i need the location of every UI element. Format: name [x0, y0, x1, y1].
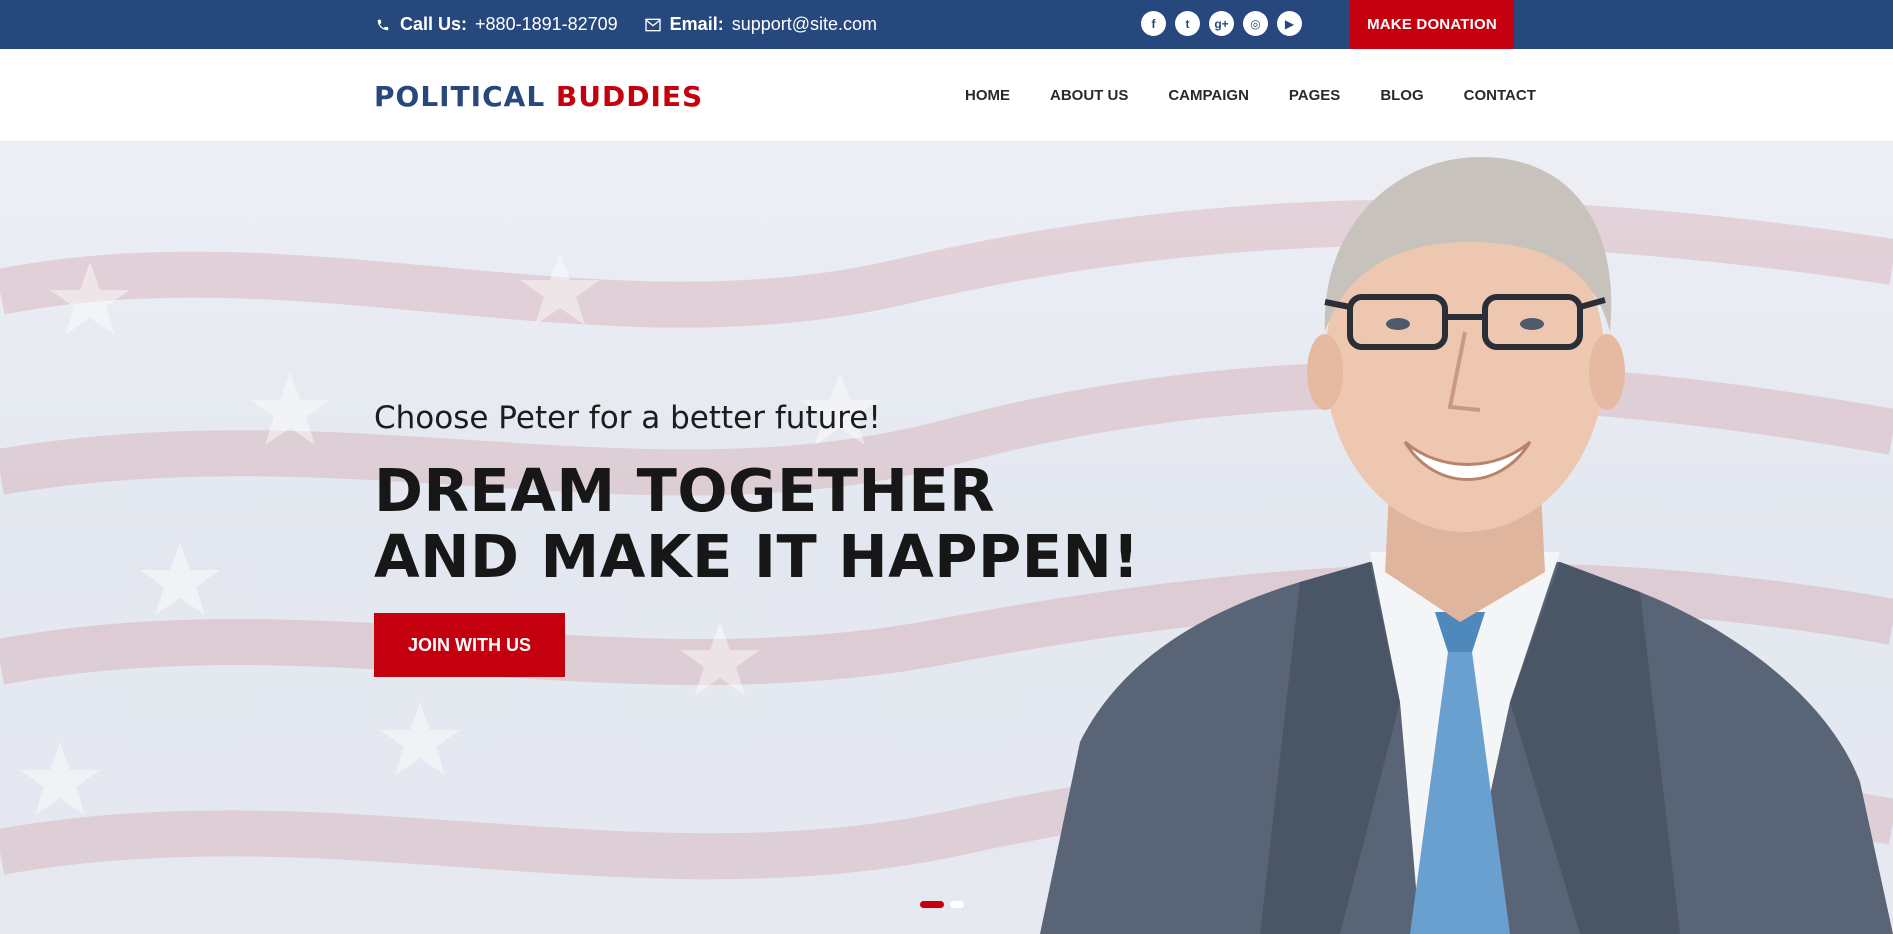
nav-contact[interactable]: CONTACT	[1464, 87, 1536, 104]
nav-blog[interactable]: BLOG	[1380, 87, 1423, 104]
contact-info: Call Us: +880-1891-82709 Email: support@…	[374, 0, 877, 49]
main-nav: HOME ABOUT US CAMPAIGN PAGES BLOG CONTAC…	[965, 87, 1536, 104]
hero-headline-line2: AND MAKE IT HAPPEN!	[374, 522, 1140, 591]
twitter-icon[interactable]: t	[1175, 11, 1200, 36]
nav-pages[interactable]: PAGES	[1289, 87, 1340, 104]
candidate-photo	[1040, 157, 1893, 934]
nav-campaign[interactable]: CAMPAIGN	[1168, 87, 1249, 104]
site-header: POLITICAL BUDDIES HOME ABOUT US CAMPAIGN…	[0, 49, 1893, 142]
envelope-icon	[644, 16, 662, 34]
email-address[interactable]: support@site.com	[732, 14, 877, 35]
hero-headline-line1: DREAM TOGETHER	[374, 456, 996, 525]
nav-home[interactable]: HOME	[965, 87, 1010, 104]
phone-icon	[374, 16, 392, 34]
youtube-icon[interactable]: ▶	[1277, 11, 1302, 36]
join-with-us-button[interactable]: JOIN WITH US	[374, 613, 565, 677]
slider-dot-1[interactable]	[920, 901, 944, 908]
site-logo[interactable]: POLITICAL BUDDIES	[374, 80, 703, 113]
hero-tagline: Choose Peter for a better future!	[374, 400, 881, 436]
phone-number[interactable]: +880-1891-82709	[475, 14, 618, 35]
logo-text-primary: POLITICAL	[374, 80, 546, 113]
hero-slider: Choose Peter for a better future! DREAM …	[0, 142, 1893, 934]
hero-headline: DREAM TOGETHER AND MAKE IT HAPPEN!	[374, 456, 1140, 591]
slider-dot-2[interactable]	[950, 901, 964, 908]
instagram-icon[interactable]: ◎	[1243, 11, 1268, 36]
email-label: Email:	[669, 14, 724, 34]
social-links: f t g+ ◎ ▶	[1141, 11, 1302, 36]
google-plus-icon[interactable]: g+	[1209, 11, 1234, 36]
top-bar: Call Us: +880-1891-82709 Email: support@…	[0, 0, 1893, 49]
slider-pagination	[920, 901, 964, 908]
logo-text-accent: BUDDIES	[555, 80, 704, 113]
phone-label: Call Us:	[400, 14, 468, 34]
facebook-icon[interactable]: f	[1141, 11, 1166, 36]
make-donation-button[interactable]: MAKE DONATION	[1350, 0, 1514, 49]
nav-about-us[interactable]: ABOUT US	[1050, 87, 1128, 104]
